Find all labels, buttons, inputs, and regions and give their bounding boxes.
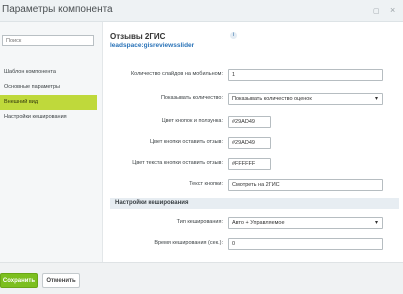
dialog-title: Параметры компонента bbox=[2, 4, 113, 15]
info-icon[interactable]: i bbox=[230, 32, 237, 39]
row-slides-mobile: Количество слайдов на мобильном: 1 bbox=[104, 69, 403, 81]
cache-time-value: 0 bbox=[232, 241, 236, 247]
leave-btn-color-value: #29AD49 bbox=[232, 140, 255, 146]
cache-time-input[interactable]: 0 bbox=[228, 238, 383, 250]
content-panel: Отзывы 2ГИС leadspace:gisreviewsslider i… bbox=[104, 22, 403, 262]
save-button[interactable]: Сохранить bbox=[0, 273, 38, 288]
search-input[interactable] bbox=[2, 35, 94, 46]
close-icon[interactable]: × bbox=[390, 5, 395, 15]
cache-section-header: Настройки кеширования bbox=[110, 198, 399, 209]
btn-slider-color-label: Цвет кнопок и ползунка: bbox=[161, 118, 223, 124]
row-cache-type: Тип кеширования: Авто + Управляемое ▾ bbox=[104, 217, 403, 229]
sidebar: Шаблон компонента Основные параметры Вне… bbox=[0, 22, 103, 262]
btn-slider-color-input[interactable]: #29AD49 bbox=[228, 116, 271, 128]
btn-slider-color-value: #29AD49 bbox=[232, 119, 255, 125]
cache-type-label: Тип кеширования: bbox=[176, 219, 223, 225]
row-btn-slider-color: Цвет кнопок и ползунка: #29AD49 bbox=[104, 116, 403, 128]
component-params-dialog: Параметры компонента ▢ × Шаблон компонен… bbox=[0, 0, 403, 294]
btn-text-input[interactable]: Смотреть на 2ГИС bbox=[228, 179, 383, 191]
chevron-down-icon: ▾ bbox=[374, 96, 378, 102]
component-title: Отзывы 2ГИС bbox=[110, 32, 166, 41]
sidebar-item-main-params[interactable]: Основные параметры bbox=[0, 80, 103, 95]
sidebar-item-template[interactable]: Шаблон компонента bbox=[0, 65, 103, 80]
component-code: leadspace:gisreviewsslider bbox=[110, 42, 195, 49]
show-count-label: Показывать количество: bbox=[160, 95, 223, 101]
leave-btn-text-color-label: Цвет текста кнопки оставить отзыв: bbox=[132, 160, 223, 166]
show-count-value: Показывать количество оценок bbox=[232, 96, 312, 102]
show-count-select[interactable]: Показывать количество оценок ▾ bbox=[228, 93, 383, 105]
sidebar-nav: Шаблон компонента Основные параметры Вне… bbox=[0, 65, 103, 125]
cache-time-label: Время кеширования (сек.): bbox=[154, 240, 223, 246]
sidebar-item-appearance[interactable]: Внешний вид bbox=[0, 95, 97, 110]
slides-mobile-label: Количество слайдов на мобильном: bbox=[130, 71, 223, 77]
cancel-button[interactable]: Отменить bbox=[42, 273, 80, 288]
sidebar-item-cache-settings[interactable]: Настройки кеширования bbox=[0, 110, 103, 125]
leave-btn-color-input[interactable]: #29AD49 bbox=[228, 137, 271, 149]
chevron-down-icon: ▾ bbox=[374, 220, 378, 226]
leave-btn-color-label: Цвет кнопки оставить отзыв: bbox=[150, 139, 223, 145]
row-leave-btn-color: Цвет кнопки оставить отзыв: #29AD49 bbox=[104, 137, 403, 149]
slides-mobile-input[interactable]: 1 bbox=[228, 69, 383, 81]
btn-text-value: Смотреть на 2ГИС bbox=[232, 182, 280, 188]
btn-text-label: Текст кнопки: bbox=[189, 181, 223, 187]
cache-type-value: Авто + Управляемое bbox=[232, 220, 285, 226]
row-cache-time: Время кеширования (сек.): 0 bbox=[104, 238, 403, 250]
expand-icon[interactable]: ▢ bbox=[373, 7, 380, 17]
dialog-titlebar: Параметры компонента ▢ × bbox=[0, 0, 403, 22]
row-btn-text: Текст кнопки: Смотреть на 2ГИС bbox=[104, 179, 403, 191]
leave-btn-text-color-value: #FFFFFF bbox=[232, 161, 256, 167]
cache-type-select[interactable]: Авто + Управляемое ▾ bbox=[228, 217, 383, 229]
leave-btn-text-color-input[interactable]: #FFFFFF bbox=[228, 158, 271, 170]
slides-mobile-value: 1 bbox=[232, 72, 236, 78]
dialog-footer: Сохранить Отменить bbox=[0, 262, 403, 294]
row-leave-btn-text-color: Цвет текста кнопки оставить отзыв: #FFFF… bbox=[104, 158, 403, 170]
row-show-count: Показывать количество: Показывать количе… bbox=[104, 93, 403, 105]
